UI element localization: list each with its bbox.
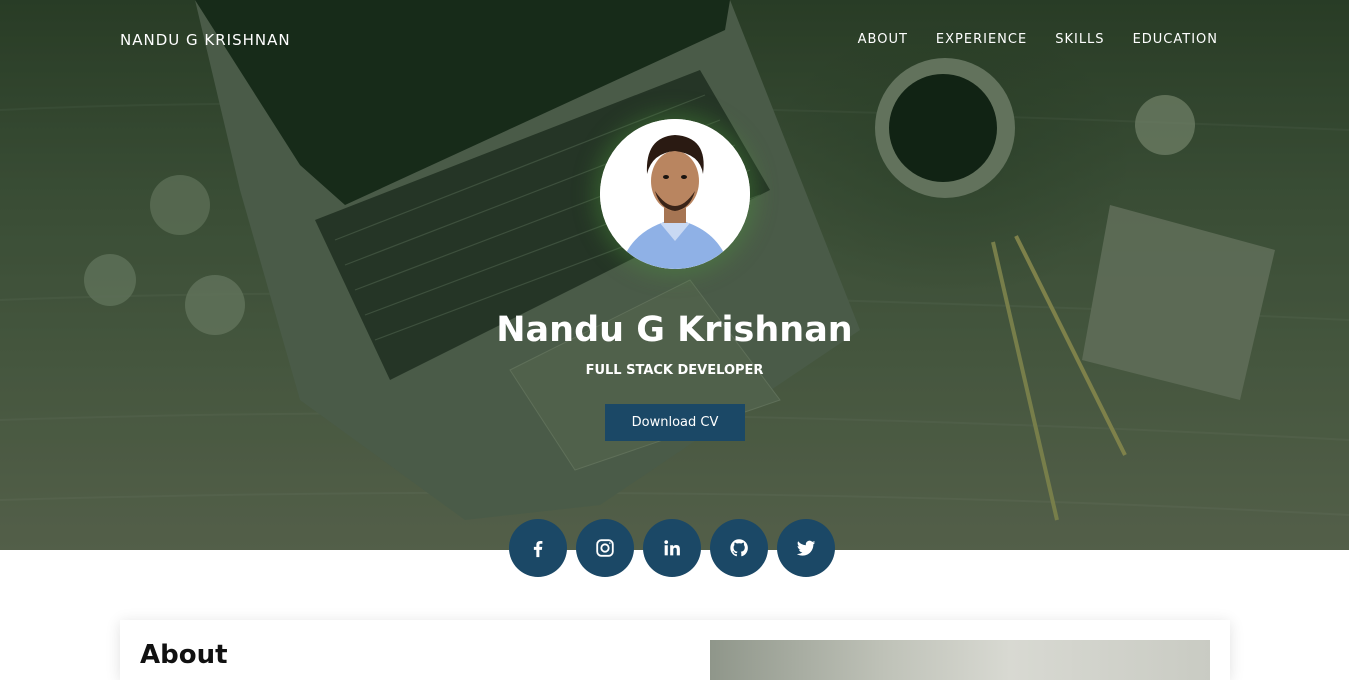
profile-avatar bbox=[600, 119, 750, 269]
nav-about[interactable]: ABOUT bbox=[858, 32, 908, 47]
twitter-icon bbox=[796, 540, 816, 556]
about-section: About bbox=[120, 620, 1230, 680]
social-links bbox=[509, 519, 835, 577]
nav-education[interactable]: EDUCATION bbox=[1133, 32, 1218, 47]
about-title: About bbox=[140, 640, 228, 670]
instagram-link[interactable] bbox=[576, 519, 634, 577]
hero-role: FULL STACK DEVELOPER bbox=[585, 363, 764, 378]
download-cv-button[interactable]: Download CV bbox=[605, 404, 745, 441]
github-icon bbox=[730, 539, 748, 557]
linkedin-icon bbox=[664, 540, 680, 556]
brand-logo[interactable]: NANDU G KRISHNAN bbox=[120, 31, 291, 49]
main-nav: ABOUT EXPERIENCE SKILLS EDUCATION bbox=[858, 32, 1218, 47]
twitter-link[interactable] bbox=[777, 519, 835, 577]
facebook-icon bbox=[533, 540, 543, 558]
nav-experience[interactable]: EXPERIENCE bbox=[936, 32, 1027, 47]
about-image bbox=[710, 640, 1210, 680]
hero-overlay bbox=[0, 0, 1349, 550]
profile-photo bbox=[600, 119, 750, 269]
linkedin-link[interactable] bbox=[643, 519, 701, 577]
instagram-icon bbox=[596, 539, 614, 557]
facebook-link[interactable] bbox=[509, 519, 567, 577]
hero-name: Nandu G Krishnan bbox=[496, 310, 853, 350]
github-link[interactable] bbox=[710, 519, 768, 577]
hero-section: NANDU G KRISHNAN ABOUT EXPERIENCE SKILLS… bbox=[0, 0, 1349, 550]
nav-skills[interactable]: SKILLS bbox=[1055, 32, 1104, 47]
